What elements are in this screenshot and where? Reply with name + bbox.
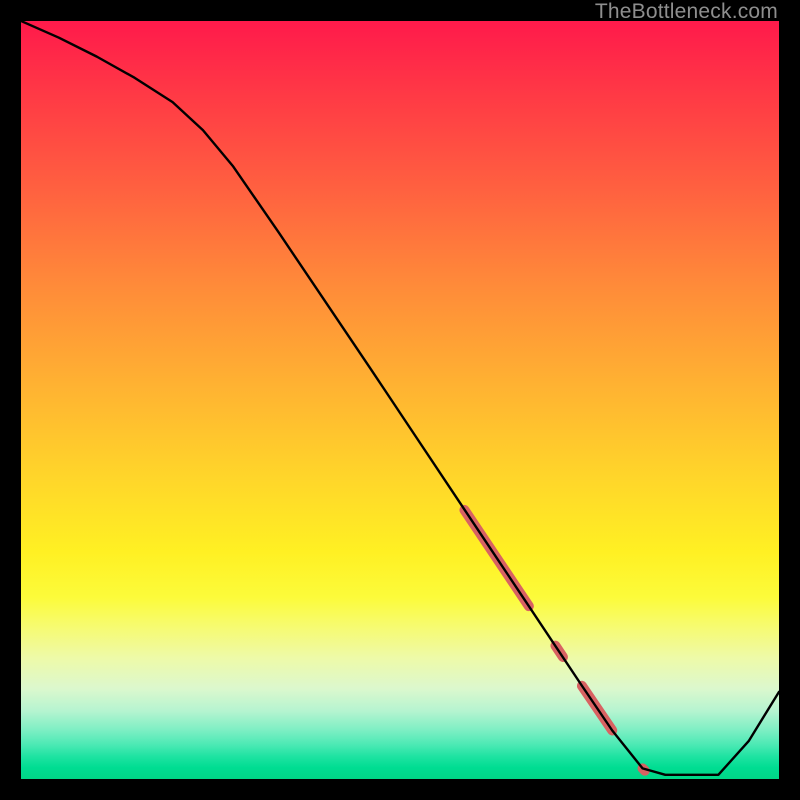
watermark-text: TheBottleneck.com: [595, 0, 778, 24]
curve-line: [21, 21, 779, 775]
line-plot: [21, 21, 779, 779]
chart-area: [21, 21, 779, 779]
